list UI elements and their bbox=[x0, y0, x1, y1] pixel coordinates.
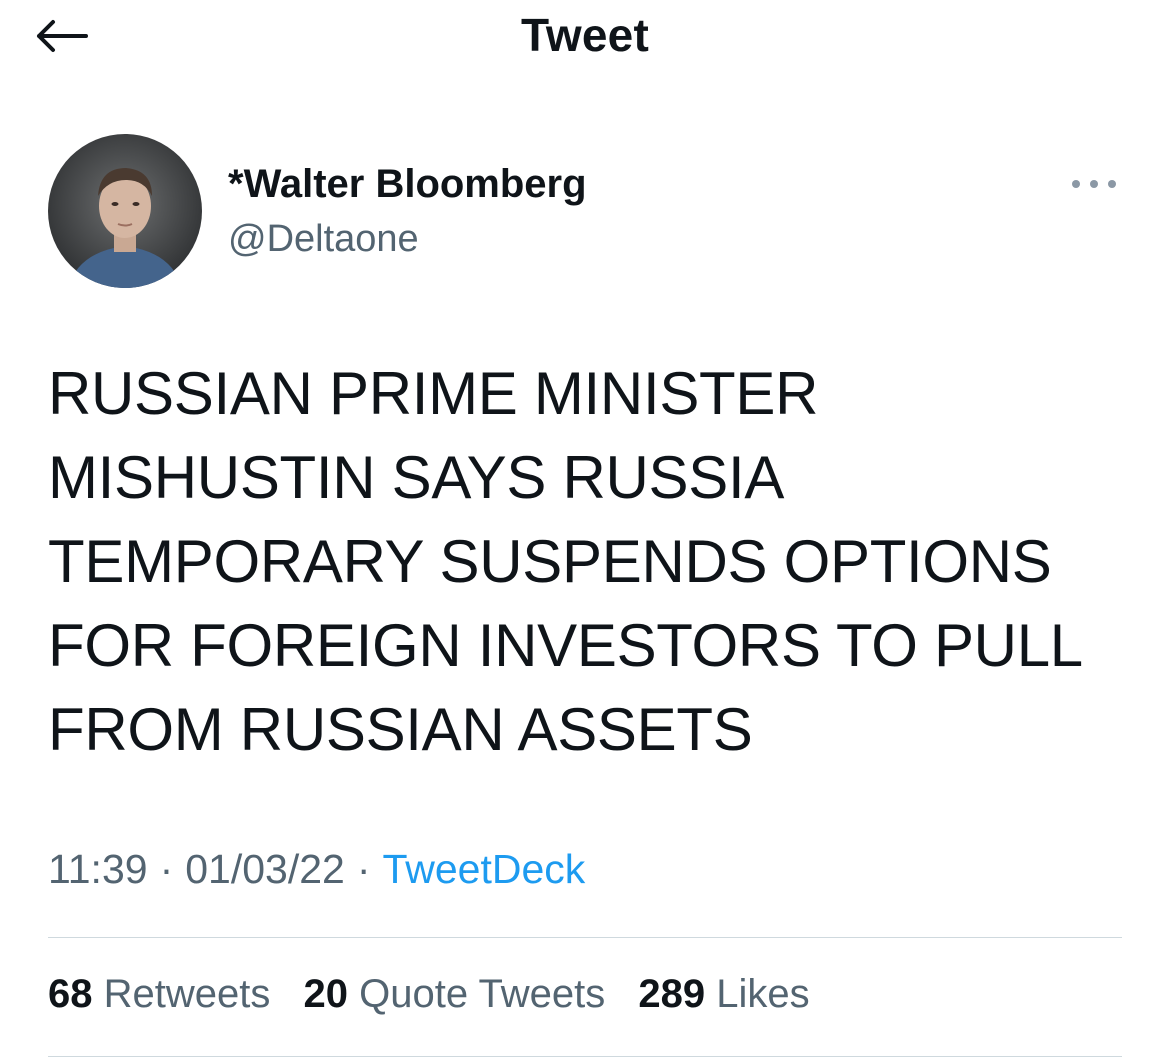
more-horizontal-icon bbox=[1072, 180, 1116, 188]
quote-tweets-label: Quote Tweets bbox=[359, 972, 606, 1016]
retweets-stat[interactable]: 68 Retweets bbox=[48, 972, 270, 1016]
tweet-time[interactable]: 11:39 bbox=[48, 846, 148, 892]
meta-separator: · bbox=[159, 846, 174, 892]
retweets-label: Retweets bbox=[103, 972, 271, 1016]
avatar[interactable] bbox=[48, 134, 202, 288]
quote-tweets-count: 20 bbox=[303, 972, 349, 1016]
tweet-stats: 68 Retweets 20 Quote Tweets 289 Likes bbox=[48, 972, 832, 1017]
user-avatar-image bbox=[48, 134, 202, 288]
tweet-metadata: 11:39 · 01/03/22 · TweetDeck bbox=[48, 846, 585, 893]
divider bbox=[48, 1056, 1122, 1057]
likes-label: Likes bbox=[716, 972, 810, 1016]
tweet-text-line: FOR FOREIGN INVESTORS TO PULL bbox=[48, 612, 1083, 679]
retweets-count: 68 bbox=[48, 972, 93, 1016]
quote-tweets-stat[interactable]: 20 Quote Tweets bbox=[304, 972, 606, 1016]
tweet-text-line: TEMPORARY SUSPENDS OPTIONS bbox=[48, 528, 1052, 595]
divider bbox=[48, 937, 1122, 938]
author-display-name[interactable]: *Walter Bloomberg bbox=[228, 162, 587, 207]
tweet-source-link[interactable]: TweetDeck bbox=[382, 846, 585, 892]
meta-separator: · bbox=[356, 846, 371, 892]
tweet-date[interactable]: 01/03/22 bbox=[185, 846, 345, 892]
tweet-text-line: MISHUSTIN SAYS RUSSIA bbox=[48, 444, 785, 511]
tweet-text: RUSSIAN PRIME MINISTER MISHUSTIN SAYS RU… bbox=[48, 352, 1138, 772]
likes-count: 289 bbox=[638, 972, 706, 1016]
tweet-text-line: FROM RUSSIAN ASSETS bbox=[48, 696, 753, 763]
page-title: Tweet bbox=[521, 9, 649, 61]
more-options-button[interactable] bbox=[1064, 166, 1124, 202]
top-bar: Tweet bbox=[0, 0, 1170, 70]
author-handle[interactable]: @Deltaone bbox=[228, 218, 419, 261]
tweet-text-line: RUSSIAN PRIME MINISTER bbox=[48, 360, 819, 427]
likes-stat[interactable]: 289 Likes bbox=[638, 972, 809, 1016]
